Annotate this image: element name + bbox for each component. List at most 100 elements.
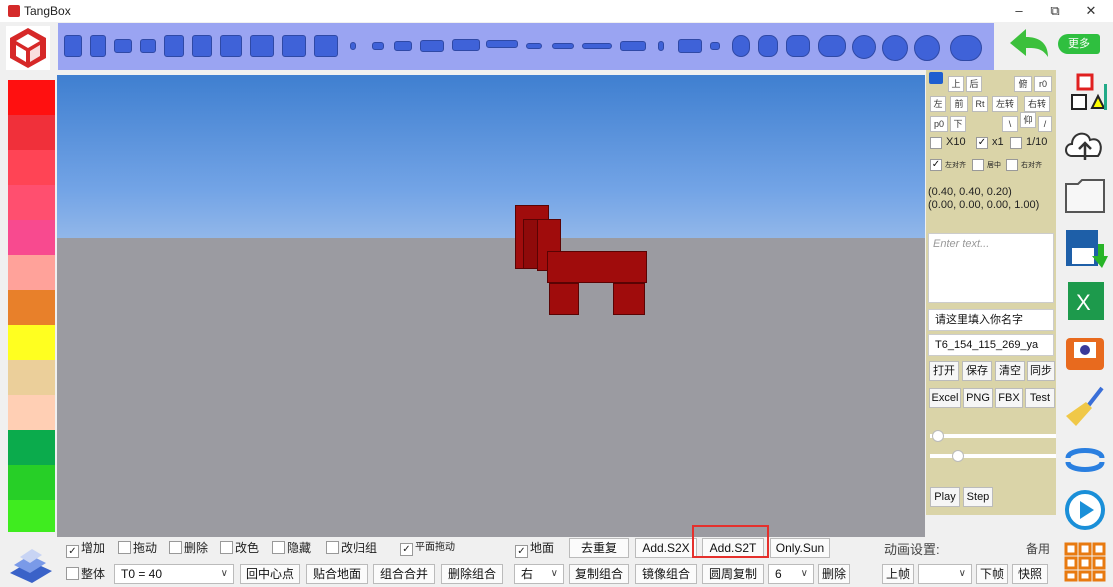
delete-mode-check[interactable]: 删除: [169, 541, 208, 555]
prev-frame-button[interactable]: 上帧: [882, 564, 914, 584]
frame-select[interactable]: ∨: [918, 564, 972, 584]
block-shape-11[interactable]: [350, 42, 356, 50]
reset-r0-button[interactable]: r0: [1034, 76, 1052, 92]
color-swatch-9[interactable]: [8, 360, 55, 395]
open-button[interactable]: 打开: [929, 361, 959, 381]
cloud-upload-icon[interactable]: [1062, 122, 1108, 166]
plane-drag-check[interactable]: ✓ 平面拖动: [400, 541, 455, 556]
block-shape-8[interactable]: [250, 35, 274, 57]
align-right-checkbox[interactable]: [1006, 159, 1018, 171]
view-left-button[interactable]: 左: [930, 96, 946, 112]
screenshot-camera-icon[interactable]: [1062, 332, 1108, 376]
block-shape-14[interactable]: [420, 40, 444, 52]
add-mode-check[interactable]: ✓ 增加: [66, 541, 105, 558]
broom-clean-icon[interactable]: [1062, 384, 1108, 428]
block-shape-2[interactable]: [90, 35, 106, 57]
undo-arrow-icon[interactable]: [1008, 26, 1050, 60]
delete-button[interactable]: 删除: [818, 564, 850, 584]
block-shape-9[interactable]: [282, 35, 306, 57]
copy-group-button[interactable]: 复制组合: [569, 564, 629, 584]
play-circle-icon[interactable]: [1062, 488, 1108, 532]
block-shape-4[interactable]: [140, 39, 156, 53]
excel-export-button[interactable]: Excel: [929, 388, 961, 408]
reset-p0-button[interactable]: p0: [930, 116, 948, 132]
block-shape-23[interactable]: [710, 42, 720, 50]
view-back-button[interactable]: 后: [966, 76, 982, 92]
direction-select[interactable]: 右 ∨: [514, 564, 564, 584]
block-shape-29[interactable]: [882, 35, 908, 61]
slider-2[interactable]: [930, 450, 1056, 462]
block-shape-26[interactable]: [786, 35, 810, 57]
slider-1[interactable]: [930, 430, 1056, 442]
turn-right-button[interactable]: 右转: [1024, 96, 1050, 112]
regroup-mode-checkbox[interactable]: [326, 541, 339, 554]
hide-mode-checkbox[interactable]: [272, 541, 285, 554]
restore-button[interactable]: ⧉: [1037, 0, 1073, 22]
block-shape-18[interactable]: [552, 43, 574, 49]
block-shape-17[interactable]: [526, 43, 542, 49]
png-export-button[interactable]: PNG: [963, 388, 993, 408]
fbx-export-button[interactable]: FBX: [995, 388, 1023, 408]
only-sun-button[interactable]: Only.Sun: [770, 538, 830, 558]
merge-group-button[interactable]: 组合合并: [373, 564, 435, 584]
block-shape-27[interactable]: [818, 35, 846, 57]
block-shape-16[interactable]: [486, 40, 518, 48]
block-shape-22[interactable]: [678, 39, 702, 53]
color-swatch-6[interactable]: [8, 255, 55, 290]
camera-toggle-icon[interactable]: [929, 72, 943, 84]
drag-mode-checkbox[interactable]: [118, 541, 131, 554]
delete-mode-checkbox[interactable]: [169, 541, 182, 554]
color-swatch-7[interactable]: [8, 290, 55, 325]
view-front-button[interactable]: 前: [950, 96, 968, 112]
slider-2-knob[interactable]: [952, 450, 964, 462]
scale-tenth-checkbox[interactable]: [1010, 137, 1022, 149]
view-up-button[interactable]: 上: [948, 76, 964, 92]
circular-copy-button[interactable]: 圆周复制: [702, 564, 764, 584]
block-shape-10[interactable]: [314, 35, 338, 57]
ground-checkbox[interactable]: ✓: [515, 545, 528, 558]
gear-block-icon[interactable]: [914, 35, 940, 61]
view-top-button[interactable]: 俯: [1014, 76, 1032, 92]
snapshot-button[interactable]: 快照: [1012, 564, 1048, 584]
tangbox-logo-icon[interactable]: [6, 26, 50, 70]
color-swatch-5[interactable]: [8, 220, 55, 255]
block-shape-6[interactable]: [192, 35, 212, 57]
block-shape-31[interactable]: [950, 35, 982, 61]
dedupe-button[interactable]: 去重复: [569, 538, 629, 558]
blocks-preview-icon[interactable]: [6, 543, 56, 583]
block-shape-19[interactable]: [582, 43, 612, 49]
color-swatch-12[interactable]: [8, 465, 55, 500]
more-button[interactable]: 更多: [1058, 34, 1100, 54]
block-shape-24[interactable]: [732, 35, 750, 57]
color-swatch-8[interactable]: [8, 325, 55, 360]
delete-group-button[interactable]: 删除组合: [441, 564, 503, 584]
add-mode-checkbox[interactable]: ✓: [66, 545, 79, 558]
color-swatch-13[interactable]: [8, 500, 55, 532]
next-frame-button[interactable]: 下帧: [976, 564, 1008, 584]
layers-icon[interactable]: [1062, 72, 1108, 116]
mirror-group-button[interactable]: 镜像组合: [635, 564, 697, 584]
color-swatch-10[interactable]: [8, 395, 55, 430]
refresh-cycle-icon[interactable]: [1062, 436, 1108, 480]
grid-menu-icon[interactable]: [1062, 540, 1108, 584]
block-shape-20[interactable]: [620, 41, 646, 51]
save-button[interactable]: 保存: [962, 361, 992, 381]
tilt-forward-button[interactable]: /: [1038, 116, 1052, 132]
regroup-mode-check[interactable]: 改归组: [326, 541, 377, 555]
rotate-rt-button[interactable]: Rt: [972, 96, 988, 112]
view-down-button[interactable]: 下: [950, 116, 966, 132]
color-swatch-11[interactable]: [8, 430, 55, 465]
minimize-button[interactable]: –: [1001, 0, 1037, 22]
excel-icon[interactable]: X: [1062, 278, 1108, 322]
drag-mode-check[interactable]: 拖动: [118, 541, 157, 555]
count-select[interactable]: 6 ∨: [768, 564, 814, 584]
snap-ground-button[interactable]: 贴合地面: [306, 564, 368, 584]
center-point-button[interactable]: 回中心点: [240, 564, 300, 584]
block-shape-12[interactable]: [372, 42, 384, 50]
color-swatch-4[interactable]: [8, 185, 55, 220]
test-button[interactable]: Test: [1025, 388, 1055, 408]
whole-checkbox[interactable]: [66, 567, 79, 580]
block-shape-7[interactable]: [220, 35, 242, 57]
block-shape-21[interactable]: [658, 41, 664, 51]
block-shape-25[interactable]: [758, 35, 778, 57]
